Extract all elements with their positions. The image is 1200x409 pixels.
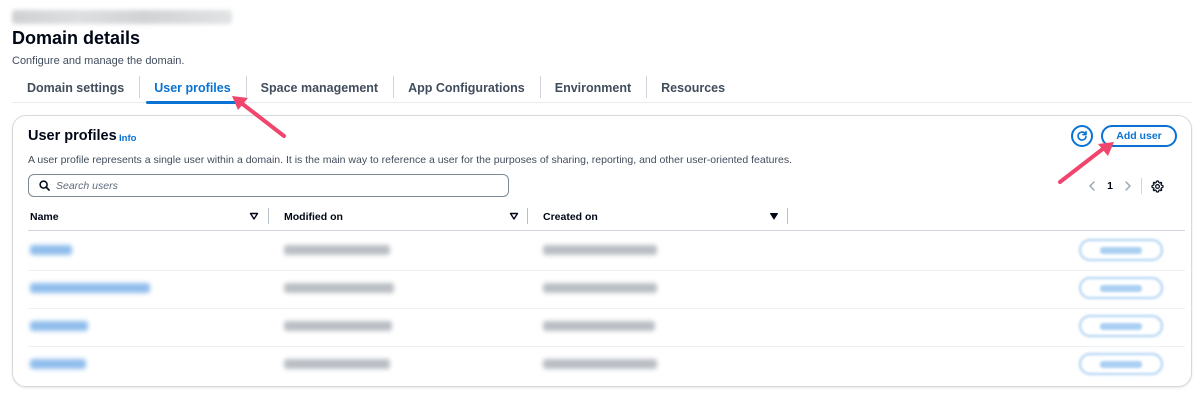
modified-date-blurred — [284, 245, 390, 255]
chevron-left-icon — [1089, 181, 1095, 191]
row-divider — [28, 308, 1185, 309]
launch-button[interactable] — [1079, 353, 1163, 375]
gear-icon — [1150, 179, 1164, 193]
page-title: Domain details — [12, 28, 141, 48]
table-header-line — [28, 230, 1185, 231]
tab-bar: Domain settings User profiles Space mana… — [12, 73, 1192, 104]
tab-user-profiles[interactable]: User profiles — [139, 73, 245, 104]
pager-divider — [1141, 178, 1142, 194]
sort-icon[interactable] — [509, 211, 519, 221]
column-divider — [787, 208, 788, 224]
modified-date-blurred — [284, 359, 390, 369]
column-header-modified-on[interactable]: Modified on — [284, 211, 343, 225]
section-title: User profiles — [28, 128, 117, 144]
tab-domain-settings[interactable]: Domain settings — [12, 73, 139, 103]
previous-page-button[interactable] — [1085, 179, 1099, 193]
launch-button[interactable] — [1079, 315, 1163, 337]
preferences-button[interactable] — [1150, 179, 1164, 193]
modified-date-blurred — [284, 283, 394, 293]
page-number[interactable]: 1 — [1099, 180, 1121, 192]
add-user-button[interactable]: Add user — [1101, 125, 1177, 147]
user-name-link-blurred[interactable] — [30, 283, 150, 293]
row-divider — [28, 270, 1185, 271]
row-divider — [28, 346, 1185, 347]
tab-app-configurations[interactable]: App Configurations — [393, 73, 540, 103]
created-date-blurred — [543, 283, 657, 293]
page-description: Configure and manage the domain. — [12, 55, 185, 67]
column-divider — [527, 208, 528, 224]
chevron-right-icon — [1125, 181, 1131, 191]
tab-resources[interactable]: Resources — [646, 73, 740, 103]
launch-button[interactable] — [1079, 277, 1163, 299]
created-date-blurred — [543, 359, 657, 369]
user-name-link-blurred[interactable] — [30, 321, 88, 331]
refresh-icon — [1077, 130, 1087, 141]
modified-date-blurred — [284, 321, 392, 331]
user-name-link-blurred[interactable] — [30, 245, 72, 255]
launch-button[interactable] — [1079, 239, 1163, 261]
tab-environment[interactable]: Environment — [539, 73, 646, 103]
sort-icon[interactable] — [769, 211, 779, 221]
column-divider — [268, 208, 269, 224]
tab-space-management[interactable]: Space management — [245, 73, 393, 103]
info-link[interactable]: Info — [119, 133, 136, 144]
user-profiles-panel: User profiles Info A user profile repres… — [12, 115, 1192, 387]
section-description: A user profile represents a single user … — [28, 154, 792, 166]
search-input[interactable] — [56, 179, 456, 192]
created-date-blurred — [543, 321, 655, 331]
search-icon — [39, 180, 50, 191]
created-date-blurred — [543, 245, 657, 255]
column-header-created-on[interactable]: Created on — [543, 211, 598, 225]
refresh-button[interactable] — [1071, 125, 1093, 147]
sort-icon[interactable] — [249, 211, 259, 221]
user-name-link-blurred[interactable] — [30, 359, 86, 369]
pagination: 1 — [1085, 178, 1164, 194]
next-page-button[interactable] — [1121, 179, 1135, 193]
column-header-name[interactable]: Name — [30, 211, 59, 225]
search-field[interactable] — [28, 174, 509, 197]
breadcrumb-blurred — [12, 10, 232, 24]
